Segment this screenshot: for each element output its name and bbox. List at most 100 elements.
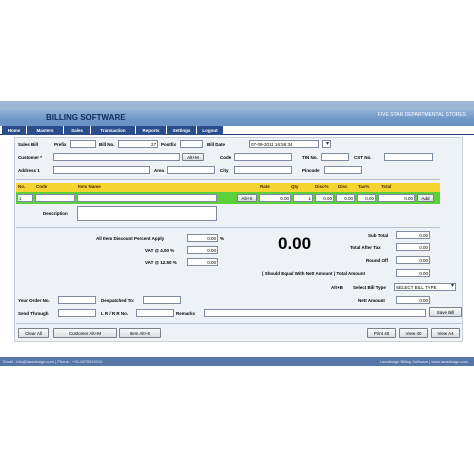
customer-input[interactable]: [53, 153, 180, 161]
col-tax-pct: Tax%: [358, 184, 370, 189]
nett-amount-input[interactable]: 0.00: [396, 296, 430, 304]
rate-input[interactable]: 0.00: [259, 194, 291, 202]
print40-button[interactable]: Print 40: [367, 328, 396, 338]
menu-logout[interactable]: Logout: [197, 126, 223, 135]
divider: [16, 179, 440, 180]
item-alt-s-button[interactable]: Alt+S: [237, 194, 257, 202]
col-disc: Disc: [338, 184, 348, 189]
item-name-input[interactable]: [77, 194, 217, 202]
your-order-label: Your Order No.: [18, 298, 50, 303]
send-through-input[interactable]: [58, 309, 96, 317]
city-input[interactable]: [234, 166, 292, 174]
bill-date-input[interactable]: 07-09-2011 16:56:34: [249, 140, 319, 148]
despatched-label: Despatched To:: [101, 298, 135, 303]
vat125-input[interactable]: 0.00: [187, 258, 218, 266]
col-item-name: Item Name: [78, 184, 101, 189]
total-after-tax-label: Total After Tax: [350, 245, 381, 250]
disc-input[interactable]: 0.00: [336, 194, 355, 202]
bill-type-select[interactable]: SELECT BILL TYPE: [394, 283, 456, 291]
qty-input[interactable]: 1: [293, 194, 313, 202]
remarks-label: Remarks: [176, 311, 196, 316]
bill-no-label: Bill No.: [99, 142, 115, 147]
view40-button[interactable]: View 40: [399, 328, 428, 338]
code-input[interactable]: [234, 153, 292, 161]
sales-bill-label: Sales Bill: [18, 142, 39, 147]
clear-all-button[interactable]: Clear All: [18, 328, 49, 338]
main-menu: Home Masters Sales Transaction Reports S…: [0, 126, 474, 135]
save-bill-button[interactable]: Save Bill: [429, 307, 462, 317]
item-no-input[interactable]: 1: [17, 194, 33, 202]
pincode-input[interactable]: [324, 166, 362, 174]
menu-home[interactable]: Home: [2, 126, 26, 135]
viewa4-button[interactable]: View A4: [431, 328, 460, 338]
divider: [16, 323, 462, 324]
menu-settings[interactable]: Settings: [167, 126, 196, 135]
tax-pct-input[interactable]: 0.00: [357, 194, 376, 202]
customer-alt-m-button[interactable]: Alt+M: [182, 153, 204, 161]
area-input[interactable]: [167, 166, 215, 174]
total-amount-input[interactable]: 0.00: [396, 269, 430, 277]
area-label: Area: [154, 168, 165, 173]
col-total: Total: [381, 184, 392, 189]
col-rate: Rate: [260, 184, 270, 189]
footer-credit: Laradesign Billing Software | www.larade…: [379, 359, 468, 364]
item-code-input[interactable]: [35, 194, 75, 202]
bill-type-label: Select Bill Type: [353, 285, 386, 290]
grand-total: 0.00: [278, 234, 312, 253]
nett-amount-label: Nett Amount: [358, 298, 385, 303]
bill-no-input[interactable]: 27: [118, 140, 158, 148]
footer-bar: Email : info@laradesign.com | Phone : +9…: [0, 357, 474, 366]
pincode-label: Pincode: [302, 168, 320, 173]
customer-label: Customer *: [18, 155, 43, 160]
all-disc-input[interactable]: 0.00: [187, 234, 218, 242]
tin-no-input[interactable]: [321, 153, 349, 161]
col-disc-pct: Disc%: [315, 184, 329, 189]
col-no: No.: [18, 184, 26, 189]
customer-alt-m-action-button[interactable]: Customer Alt+M: [53, 328, 117, 338]
sub-total-label: Sub Total: [368, 233, 389, 238]
city-label: City: [220, 168, 229, 173]
total-after-tax-input[interactable]: 0.00: [396, 243, 430, 251]
divider: [16, 227, 440, 228]
cst-no-input[interactable]: [384, 153, 433, 161]
total-input[interactable]: 0.00: [378, 194, 415, 202]
vat125-label: VAT @ 12.50 %: [145, 260, 177, 265]
col-code: Code: [36, 184, 48, 189]
footer-contact: Email : info@laradesign.com | Phone : +9…: [3, 359, 103, 364]
send-through-label: Send Through: [18, 311, 49, 316]
postfix-input[interactable]: [180, 140, 203, 148]
description-input[interactable]: [77, 206, 217, 221]
app-title: BILLING SOFTWARE: [46, 113, 126, 122]
bill-date-label: Bill Date: [207, 142, 226, 147]
remarks-input[interactable]: [204, 309, 426, 317]
despatched-input[interactable]: [143, 296, 181, 304]
calendar-icon[interactable]: [322, 140, 331, 148]
lr-rr-input[interactable]: [136, 309, 174, 317]
add-item-button[interactable]: Add: [417, 194, 434, 202]
percent-sign: %: [220, 236, 225, 241]
col-qty: Qty: [291, 184, 299, 189]
address1-input[interactable]: [53, 166, 150, 174]
disc-pct-input[interactable]: 0.00: [315, 194, 334, 202]
menu-reports[interactable]: Reports: [136, 126, 166, 135]
menu-transaction[interactable]: Transaction: [91, 126, 135, 135]
address1-label: Address 1: [18, 168, 40, 173]
alt-b-label: Alt+B: [331, 285, 343, 290]
item-alt-s-action-button[interactable]: Item Alt+S: [119, 328, 161, 338]
all-disc-label: All Item Discount Percent Apply: [96, 236, 165, 241]
menu-masters[interactable]: Masters: [27, 126, 63, 135]
tin-no-label: TIN No.: [302, 155, 318, 160]
round-off-input[interactable]: 0.00: [396, 256, 430, 264]
vat4-input[interactable]: 0.00: [187, 246, 218, 254]
lr-rr-label: L R / R R No.: [101, 311, 129, 316]
round-off-label: Round Off: [366, 258, 388, 263]
total-amount-label: ( Should Equal With Nett Amount ) Total …: [262, 271, 366, 276]
items-header: No. Code Item Name Rate Qty Disc% Disc T…: [16, 183, 440, 192]
menu-sales[interactable]: Sales: [64, 126, 90, 135]
sub-total-input[interactable]: 0.00: [396, 231, 430, 239]
description-label: Description: [43, 211, 68, 216]
title-bar: BILLING SOFTWARE FIVE STAR DEPARTMENTAL …: [0, 110, 474, 126]
your-order-input[interactable]: [58, 296, 96, 304]
code-label: Code: [220, 155, 232, 160]
prefix-input[interactable]: [70, 140, 96, 148]
